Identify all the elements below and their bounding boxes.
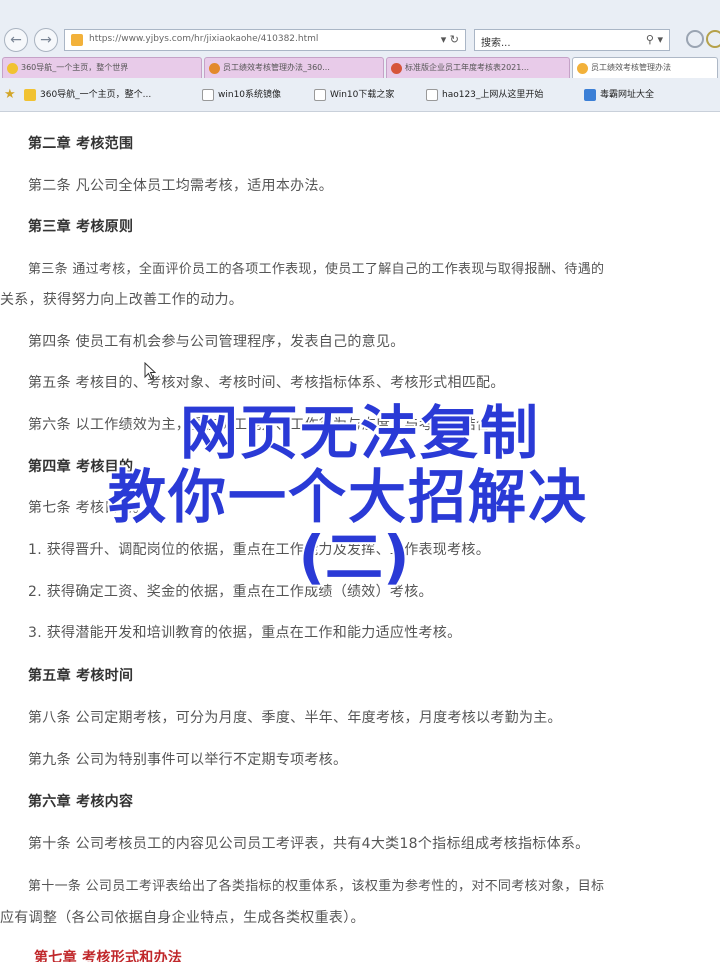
- article-text: 第十一条 公司员工考评表给出了各类指标的权重体系，该权重为参考性的，对不同考核对…: [28, 879, 605, 894]
- home-icon[interactable]: [686, 30, 704, 48]
- chapter-heading: 第三章 考核原则: [28, 219, 134, 235]
- favorite-label: hao123_上网从这里开始: [442, 90, 544, 100]
- search-icon[interactable]: ⚲ ▾: [646, 33, 663, 46]
- overlay-title-line3: (二): [296, 521, 411, 593]
- site-favicon-icon: [71, 34, 83, 46]
- tab-assessment-1-icon: [209, 63, 220, 74]
- tab-assessment-2[interactable]: 标准版企业员工年度考核表2021...: [386, 57, 570, 78]
- tab-label: 360导航_一个主页，整个世界: [21, 63, 129, 72]
- tab-label: 标准版企业员工年度考核表2021...: [405, 63, 529, 72]
- favorite-page-icon: [314, 89, 326, 101]
- forward-icon[interactable]: →: [34, 28, 58, 52]
- favorite-link-duba[interactable]: 毒霸网址大全: [584, 86, 654, 104]
- address-bar[interactable]: https://www.yjbys.com/hr/jixiaokaohe/410…: [64, 29, 466, 51]
- tab-360[interactable]: 360导航_一个主页，整个世界: [2, 57, 202, 78]
- tab-active-icon: [577, 63, 588, 74]
- favorite-label: 360导航_一个主页，整个...: [40, 90, 152, 100]
- search-input[interactable]: 搜索...: [481, 34, 511, 49]
- favorite-link-win10[interactable]: win10系统镜像: [202, 86, 281, 104]
- browser-chrome: ← → https://www.yjbys.com/hr/jixiaokaohe…: [0, 0, 720, 112]
- favorite-link-win10-download[interactable]: Win10下载之家: [314, 86, 394, 104]
- tab-360-icon: [7, 63, 18, 74]
- favorite-link-hao123[interactable]: hao123_上网从这里开始: [426, 86, 543, 104]
- chapter-heading: 第五章 考核时间: [28, 668, 134, 684]
- favorites-bar-star-icon[interactable]: ★: [4, 87, 16, 102]
- favorite-360-icon: [24, 89, 36, 101]
- favorite-link-360[interactable]: 360导航_一个主页，整个...: [24, 86, 151, 104]
- search-box[interactable]: 搜索... ⚲ ▾: [474, 29, 670, 51]
- favorites-bar: ★ 360导航_一个主页，整个... win10系统镜像 Win10下载之家 h…: [0, 82, 720, 108]
- tab-assessment-1[interactable]: 员工绩效考核管理办法_360...: [204, 57, 384, 78]
- back-icon[interactable]: ←: [4, 28, 28, 52]
- list-item: 3. 获得潜能开发和培训教育的依据，重点在工作和能力适应性考核。: [28, 625, 462, 641]
- favorite-page-icon: [426, 89, 438, 101]
- favorites-star-icon[interactable]: [706, 30, 720, 48]
- tab-active[interactable]: 员工绩效考核管理办法: [572, 57, 718, 78]
- tab-label: 员工绩效考核管理办法_360...: [223, 63, 330, 72]
- chapter-heading-red: 第七章 考核形式和办法: [34, 950, 183, 962]
- favorite-label: Win10下载之家: [330, 90, 395, 100]
- article-text: 应有调整（各公司依据自身企业特点，生成各类权重表）。: [0, 910, 365, 926]
- article-text: 第十条 公司考核员工的内容见公司员工考评表，共有4大类18个指标组成考核指标体系…: [28, 836, 590, 852]
- article-text: 第九条 公司为特别事件可以举行不定期专项考核。: [28, 752, 348, 768]
- chapter-heading: 第二章 考核范围: [28, 136, 134, 152]
- tab-assessment-2-icon: [391, 63, 402, 74]
- tab-bar: 360导航_一个主页，整个世界 员工绩效考核管理办法_360... 标准版企业员…: [0, 57, 720, 79]
- article-text: 第八条 公司定期考核，可分为月度、季度、半年、年度考核，月度考核以考勤为主。: [28, 710, 562, 726]
- address-url[interactable]: https://www.yjbys.com/hr/jixiaokaohe/410…: [89, 34, 318, 44]
- favorite-label: 毒霸网址大全: [600, 90, 655, 100]
- favorite-page-icon: [202, 89, 214, 101]
- favorite-duba-icon: [584, 89, 596, 101]
- mouse-cursor-icon: [144, 362, 156, 380]
- article-text: 关系，获得努力向上改善工作的动力。: [0, 292, 244, 308]
- chapter-heading: 第六章 考核内容: [28, 794, 134, 810]
- article-text: 第三条 通过考核，全面评价员工的各项工作表现，使员工了解自己的工作表现与取得报酬…: [28, 262, 605, 277]
- address-row: ← → https://www.yjbys.com/hr/jixiaokaohe…: [0, 26, 720, 54]
- article-text: 第二条 凡公司全体员工均需考核，适用本办法。: [28, 178, 334, 194]
- refresh-icon[interactable]: ▾ ↻: [441, 33, 459, 46]
- tab-label: 员工绩效考核管理办法: [591, 63, 671, 72]
- favorite-label: win10系统镜像: [218, 90, 282, 100]
- article-text: 第四条 使员工有机会参与公司管理程序，发表自己的意见。: [28, 334, 405, 350]
